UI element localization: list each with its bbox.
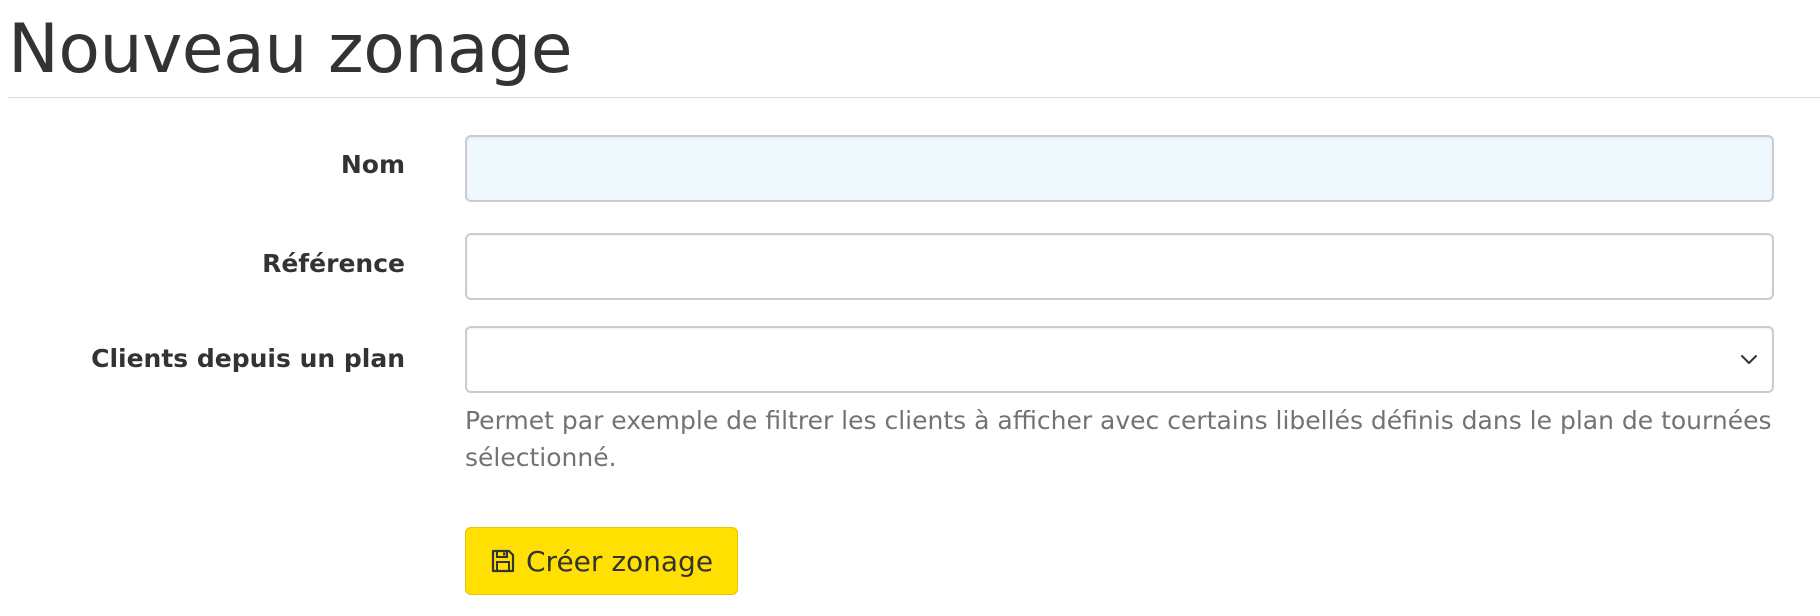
name-input[interactable] — [465, 135, 1774, 202]
page-title: Nouveau zonage — [8, 10, 573, 89]
reference-label: Référence — [262, 249, 405, 278]
title-divider — [8, 97, 1820, 98]
reference-input[interactable] — [465, 233, 1774, 300]
create-zoning-button-label: Créer zonage — [526, 544, 714, 578]
chevron-down-icon — [1741, 355, 1757, 364]
create-zoning-button[interactable]: Créer zonage — [465, 527, 739, 595]
plan-select-label: Clients depuis un plan — [91, 344, 405, 373]
plan-select[interactable] — [465, 326, 1774, 393]
plan-select-help-text: Permet par exemple de filtrer les client… — [465, 406, 1772, 472]
name-label: Nom — [340, 150, 405, 179]
floppy-disk-icon — [491, 549, 515, 573]
